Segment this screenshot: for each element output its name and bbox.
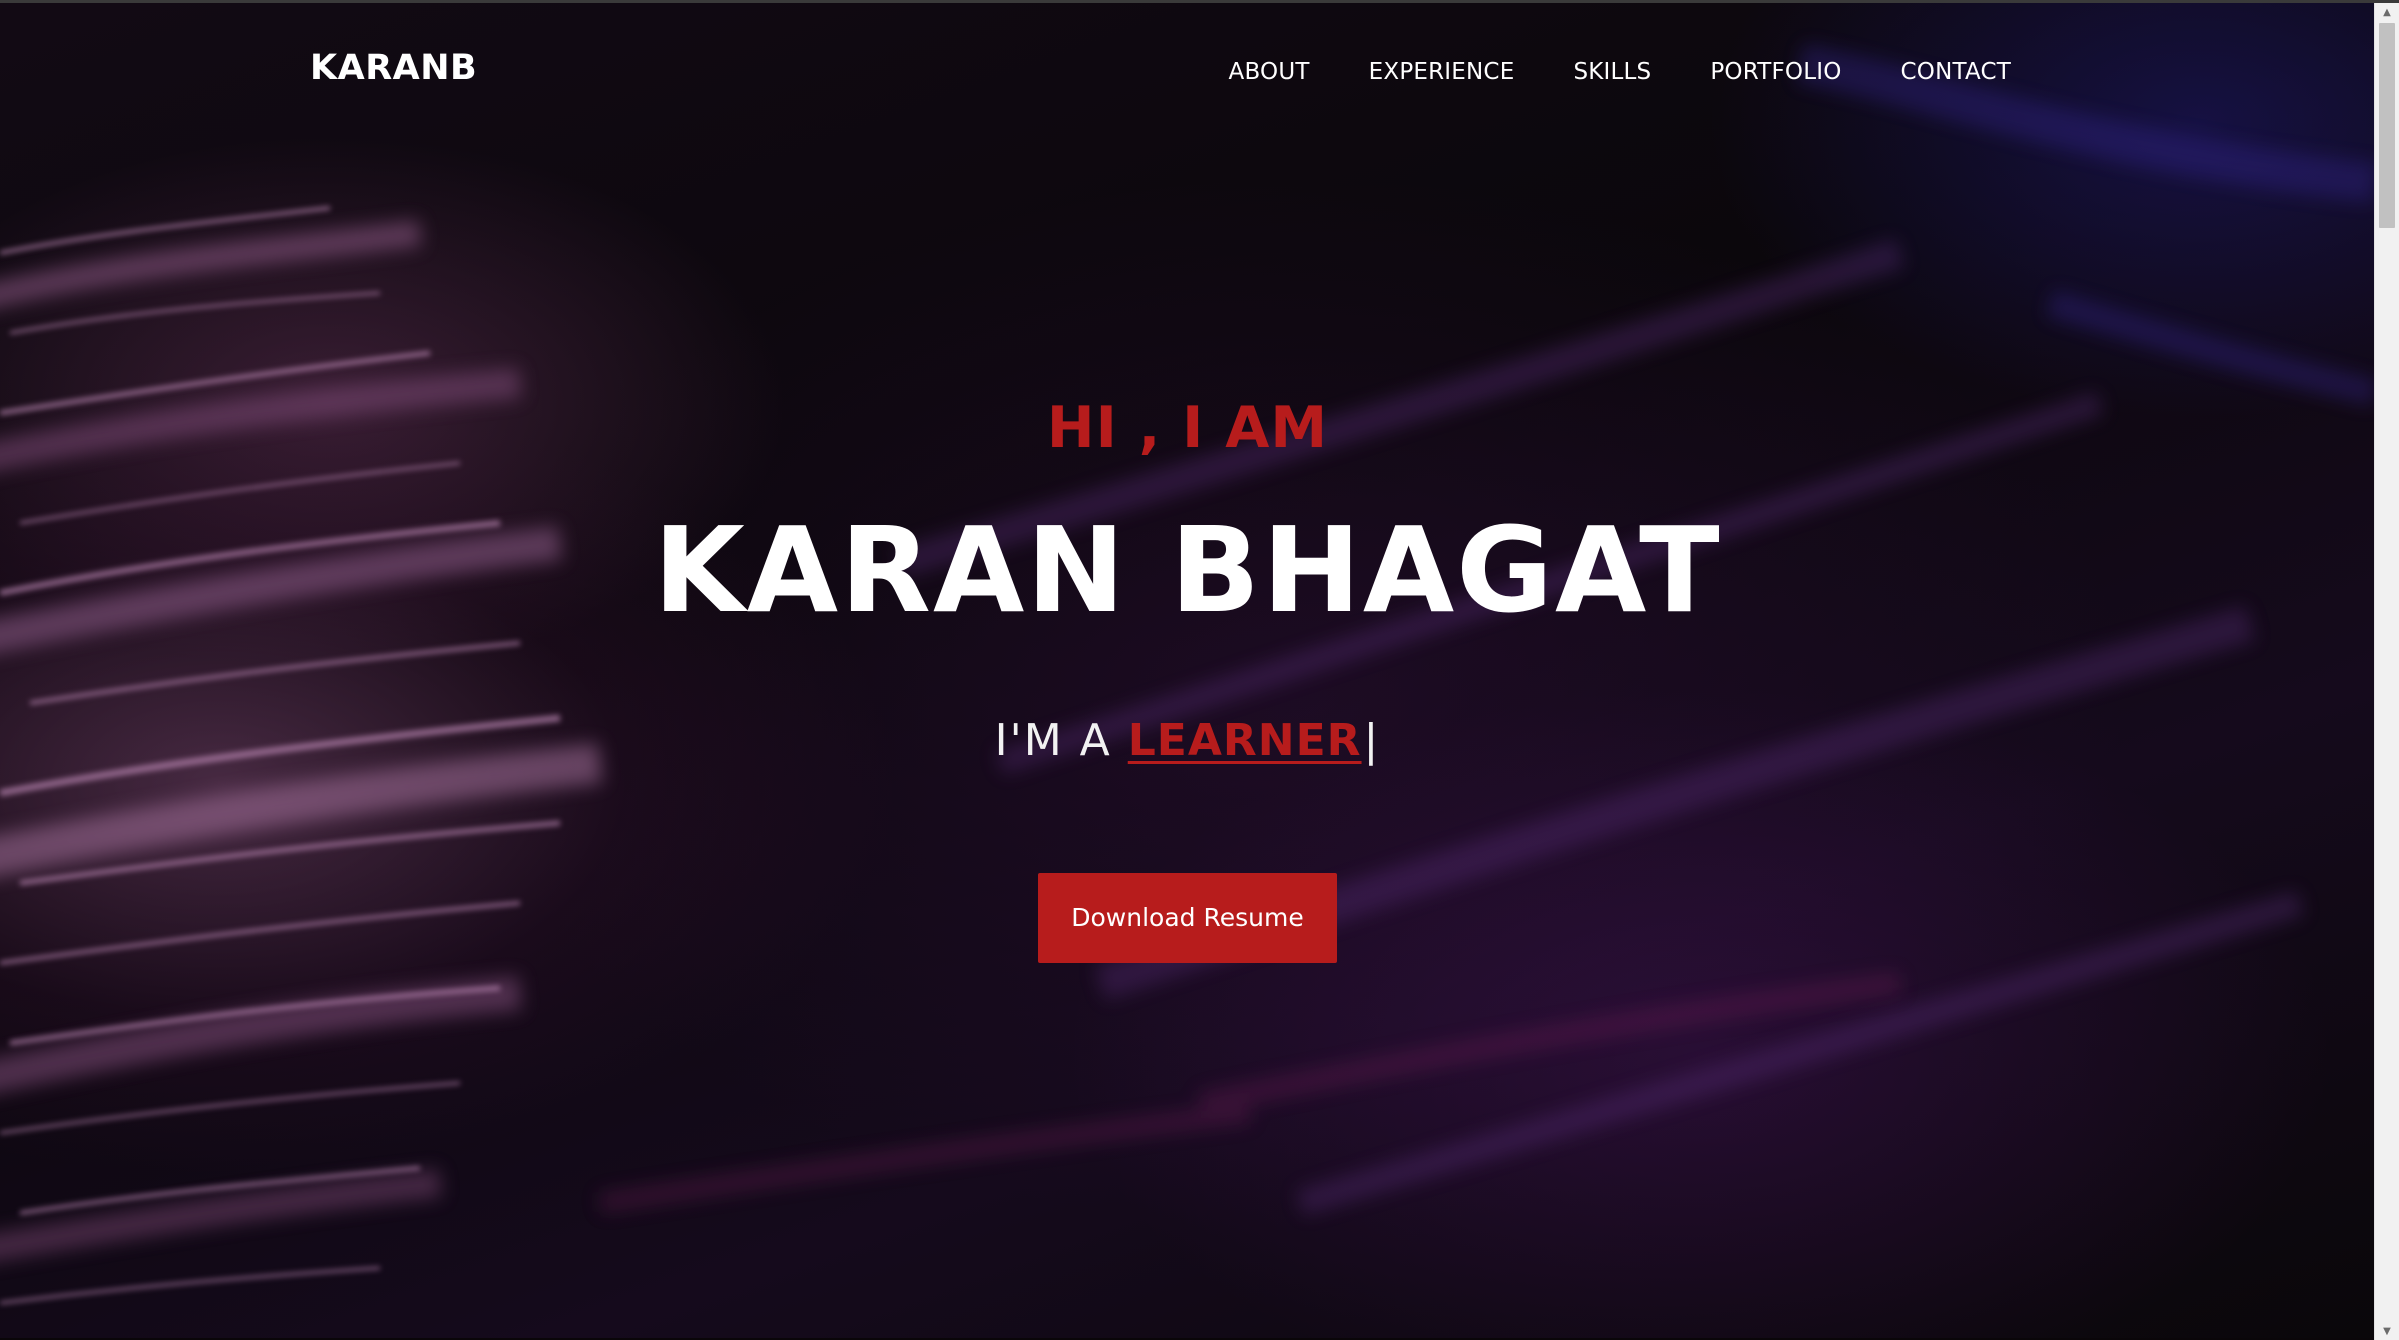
brand-logo[interactable]: KARANB (310, 48, 477, 88)
nav-item-portfolio[interactable]: PORTFOLIO (1710, 59, 1841, 85)
nav-menu: ABOUT EXPERIENCE SKILLS PORTFOLIO CONTAC… (1229, 59, 2011, 85)
nav-item-experience[interactable]: EXPERIENCE (1369, 59, 1515, 85)
typing-cursor: | (1363, 715, 1381, 766)
window-top-border (0, 0, 2399, 3)
browser-viewport: KARANB ABOUT EXPERIENCE SKILLS PORTFOLIO… (0, 0, 2399, 1340)
download-resume-button[interactable]: Download Resume (1038, 873, 1337, 963)
hero-role-line: I'M A LEARNER| (0, 715, 2375, 766)
hero-name: KARAN BHAGAT (653, 501, 1722, 639)
nav-item-about[interactable]: ABOUT (1229, 59, 1310, 85)
hero-background-art (0, 43, 2375, 1305)
hero-role-word: LEARNER (1127, 715, 1362, 766)
top-navbar: KARANB ABOUT EXPERIENCE SKILLS PORTFOLIO… (0, 3, 2375, 143)
hero-role-prefix: I'M A (994, 715, 1128, 766)
nav-item-contact[interactable]: CONTACT (1901, 59, 2011, 85)
scroll-down-icon[interactable]: ▼ (2375, 1322, 2399, 1340)
nav-item-skills[interactable]: SKILLS (1573, 59, 1651, 85)
page-scrollbar[interactable]: ▲ ▼ (2374, 3, 2399, 1340)
hero-actions: Download Resume (0, 873, 2375, 963)
scrollbar-thumb[interactable] (2379, 23, 2395, 228)
hero-greeting: HI , I AM (1046, 395, 1329, 461)
hero-section: KARANB ABOUT EXPERIENCE SKILLS PORTFOLIO… (0, 3, 2375, 1338)
scroll-up-icon[interactable]: ▲ (2375, 3, 2399, 21)
